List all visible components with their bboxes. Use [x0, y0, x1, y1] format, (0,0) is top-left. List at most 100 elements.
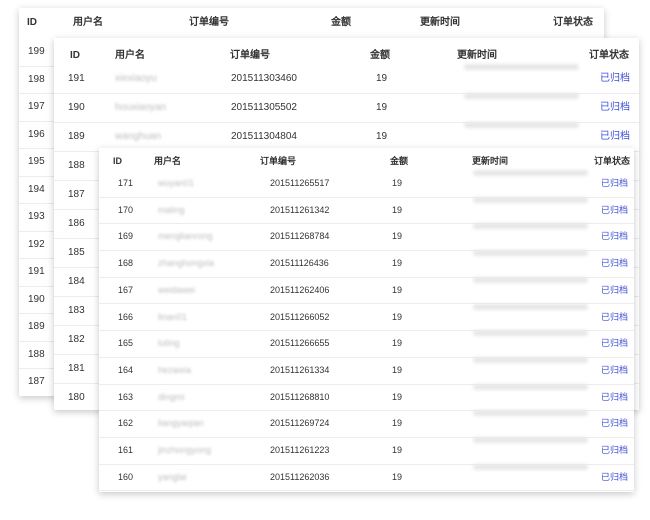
row-username: dingmi	[158, 391, 185, 402]
row-id: 166	[118, 311, 134, 322]
row-id: 182	[68, 334, 85, 345]
row-username: maling	[158, 204, 185, 215]
row-id: 181	[68, 363, 85, 374]
row-id: 188	[68, 160, 85, 171]
row-status-link[interactable]: 已归档	[601, 223, 628, 249]
row-id: 191	[28, 266, 45, 277]
row-status-link[interactable]: 已归档	[601, 330, 628, 356]
row-amount: 19	[392, 284, 403, 295]
row-username: zhanghongxia	[158, 258, 215, 269]
row-username: wuyan01	[158, 178, 195, 188]
header-updated: 更新时间	[420, 17, 460, 28]
table-row[interactable]: 168 zhanghongxia 201511126436 19 已归档	[99, 250, 634, 278]
row-status-link[interactable]: 已归档	[601, 384, 628, 410]
row-id: 170	[118, 204, 134, 215]
table-row[interactable]: 163 dingmi 201511268810 19 已归档	[99, 383, 634, 412]
row-status-link[interactable]: 已归档	[601, 170, 628, 196]
row-id: 186	[68, 218, 85, 229]
row-username: yanglai	[158, 471, 187, 482]
row-status-link[interactable]: 已归档	[600, 64, 630, 93]
row-id: 162	[118, 418, 134, 429]
row-id: 199	[28, 46, 45, 57]
row-status-link[interactable]: 已归档	[600, 122, 630, 151]
row-id: 185	[68, 247, 85, 258]
row-order-no: 201511304804	[231, 131, 297, 142]
header-amount: 金额	[331, 17, 351, 28]
row-status-link[interactable]: 已归档	[601, 437, 628, 463]
row-id: 190	[28, 293, 45, 305]
row-amount: 19	[392, 338, 403, 349]
row-status-link[interactable]: 已归档	[601, 304, 628, 330]
row-id: 187	[68, 189, 85, 200]
table-row[interactable]: 162 liangyaqian 201511269724 19 已归档	[99, 410, 634, 438]
row-order-no: 201511261223	[270, 445, 330, 455]
row-order-no: 201511269724	[270, 418, 330, 429]
header-status: 订单状态	[553, 17, 593, 28]
row-order-no: 201511266655	[270, 338, 330, 349]
row-status-link[interactable]: 已归档	[601, 250, 628, 276]
row-order-no: 201511262406	[270, 284, 330, 295]
header-order-no: 订单编号	[189, 17, 229, 28]
row-username: weidawei	[158, 284, 196, 295]
row-amount: 19	[376, 102, 388, 113]
row-id: 189	[68, 131, 85, 142]
row-order-no: 201511268784	[270, 231, 330, 242]
row-status-link[interactable]: 已归档	[601, 277, 628, 303]
row-amount: 19	[392, 391, 403, 402]
table-row[interactable]: 164 hezaixia 201511261334 19 已归档	[99, 356, 634, 385]
header-username: 用户名	[73, 17, 103, 28]
row-username: hezaixia	[158, 364, 192, 375]
table-row[interactable]: 167 weidawei 201511262406 19 已归档	[99, 276, 634, 305]
row-id: 193	[28, 211, 45, 222]
row-amount: 19	[392, 471, 403, 482]
row-order-no: 201511266052	[270, 311, 330, 322]
order-table-panel-front: ID 用户名 订单编号 金额 更新时间 订单状态 171 wuyan01 20151…	[99, 148, 634, 492]
table-row[interactable]: 161 jinzhongyong 201511261223 19 已归档	[99, 437, 634, 465]
row-id: 187	[28, 376, 45, 387]
row-order-no: 201511303460	[231, 73, 297, 84]
row-id: 161	[118, 445, 134, 455]
table-row[interactable]: 165 luting 201511266655 19 已归档	[99, 330, 634, 358]
row-username: luting	[158, 338, 180, 349]
row-order-no: 201511126436	[270, 258, 329, 269]
row-amount: 19	[392, 178, 403, 188]
row-amount: 19	[392, 258, 403, 269]
row-order-no: 201511261334	[270, 364, 330, 375]
row-order-no: 201511305502	[231, 102, 297, 113]
row-username: houxiaoyan	[115, 102, 167, 113]
header-id: ID	[27, 17, 37, 28]
row-username: menglianrong	[158, 231, 213, 242]
row-username: wanghuan	[115, 131, 162, 142]
row-id: 197	[28, 101, 45, 112]
row-id: 164	[118, 364, 134, 375]
row-username: liangyaqian	[158, 418, 204, 429]
row-amount: 19	[376, 131, 388, 142]
table-row[interactable]: 190 houxiaoyan 201511305502 19 已归档	[54, 93, 639, 123]
row-status-link[interactable]: 已归档	[601, 464, 628, 490]
row-amount: 19	[392, 231, 403, 242]
table-row[interactable]: 191 xiexiaoyu 201511303460 19 已归档	[54, 64, 639, 94]
table-row[interactable]: 170 maling 201511261342 19 已归档	[99, 196, 634, 225]
row-amount: 19	[392, 364, 403, 375]
row-id: 168	[118, 258, 134, 269]
row-amount: 19	[392, 204, 403, 215]
table-row[interactable]: 166 linan01 201511266052 19 已归档	[99, 303, 634, 332]
row-id: 191	[68, 73, 85, 84]
row-status-link[interactable]: 已归档	[600, 93, 630, 122]
row-id: 196	[28, 128, 45, 140]
table-row[interactable]: 160 yanglai 201511262036 19 已归档	[99, 463, 634, 492]
row-id: 192	[28, 238, 45, 250]
row-id: 160	[118, 471, 134, 482]
row-status-link[interactable]: 已归档	[601, 410, 628, 436]
row-id: 190	[68, 102, 85, 113]
row-status-link[interactable]: 已归档	[601, 357, 628, 383]
row-amount: 19	[376, 73, 388, 84]
row-amount: 19	[392, 311, 403, 322]
row-status-link[interactable]: 已归档	[601, 197, 628, 223]
row-id: 169	[118, 231, 134, 242]
table-row[interactable]: 171 wuyan01 201511265517 19 已归档	[99, 170, 634, 198]
row-id: 198	[28, 73, 45, 85]
row-id: 180	[68, 392, 85, 403]
row-id: 184	[68, 276, 85, 287]
table-row[interactable]: 169 menglianrong 201511268784 19 已归档	[99, 223, 634, 252]
